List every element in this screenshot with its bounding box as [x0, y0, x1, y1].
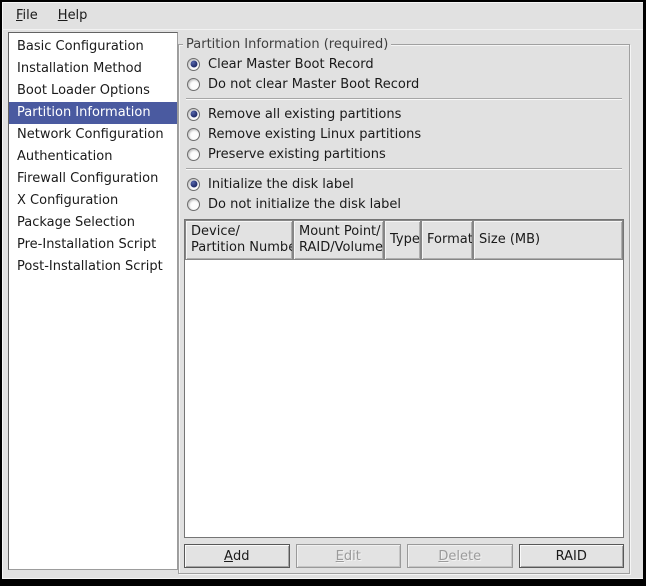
sidebar-item-installation-method[interactable]: Installation Method	[9, 58, 177, 80]
radio-button-icon	[187, 198, 200, 211]
sidebar-item-pre-installation-script[interactable]: Pre-Installation Script	[9, 234, 177, 256]
radio-do-not-clear-mbr-label: Do not clear Master Boot Record	[208, 77, 419, 92]
raid-button[interactable]: RAID	[519, 544, 625, 568]
column-header-device[interactable]: Device/ Partition Number	[185, 220, 293, 260]
table-actions: Add Edit Delete RAID	[184, 544, 624, 568]
partition-information-panel: Partition Information (required) Clear M…	[178, 44, 630, 574]
radio-initialize-disk-label[interactable]: Initialize the disk label	[184, 174, 624, 194]
radio-button-icon	[187, 108, 200, 121]
radio-button-icon	[187, 148, 200, 161]
column-header-mount-point-line1: Mount Point/	[299, 224, 378, 240]
radio-remove-linux-partitions-label: Remove existing Linux partitions	[208, 127, 421, 142]
raid-button-label: RAID	[556, 549, 587, 564]
separator	[186, 98, 622, 100]
radio-preserve-partitions[interactable]: Preserve existing partitions	[184, 144, 624, 164]
sidebar-item-post-installation-script[interactable]: Post-Installation Script	[9, 256, 177, 278]
application-window: File Help Basic Configuration Installati…	[0, 0, 646, 586]
radio-clear-mbr[interactable]: Clear Master Boot Record	[184, 54, 624, 74]
column-header-type-label: Type	[390, 232, 415, 248]
column-header-type[interactable]: Type	[384, 220, 421, 260]
radio-button-icon	[187, 78, 200, 91]
radio-clear-mbr-label: Clear Master Boot Record	[208, 57, 374, 72]
delete-button-mnemonic: D	[438, 549, 448, 564]
menu-file-label: ile	[23, 8, 38, 23]
sidebar-item-boot-loader-options[interactable]: Boot Loader Options	[9, 80, 177, 102]
column-header-size-label: Size (MB)	[479, 232, 617, 248]
add-button[interactable]: Add	[184, 544, 290, 568]
panel-legend: Partition Information (required)	[183, 36, 391, 53]
partition-table-body[interactable]	[185, 260, 623, 537]
sidebar-item-firewall-configuration[interactable]: Firewall Configuration	[9, 168, 177, 190]
add-button-mnemonic: A	[224, 549, 233, 564]
menu-file[interactable]: File	[6, 5, 48, 26]
column-header-mount-point[interactable]: Mount Point/ RAID/Volume	[293, 220, 384, 260]
radio-remove-linux-partitions[interactable]: Remove existing Linux partitions	[184, 124, 624, 144]
radio-initialize-disk-label-label: Initialize the disk label	[208, 177, 354, 192]
radio-do-not-initialize-disk-label[interactable]: Do not initialize the disk label	[184, 194, 624, 214]
radio-preserve-partitions-label: Preserve existing partitions	[208, 147, 386, 162]
edit-button-mnemonic: E	[336, 549, 344, 564]
partition-table: Device/ Partition Number Mount Point/ RA…	[184, 219, 624, 538]
radio-button-icon	[187, 178, 200, 191]
column-header-format-label: Format	[427, 232, 467, 248]
menu-help-mnemonic: H	[58, 8, 68, 23]
sidebar-item-partition-information[interactable]: Partition Information	[9, 102, 177, 124]
radio-remove-all-partitions-label: Remove all existing partitions	[208, 107, 401, 122]
column-header-mount-point-line2: RAID/Volume	[299, 240, 378, 256]
add-button-label: dd	[233, 549, 250, 564]
partition-table-header: Device/ Partition Number Mount Point/ RA…	[185, 220, 623, 260]
sidebar-item-package-selection[interactable]: Package Selection	[9, 212, 177, 234]
radio-do-not-clear-mbr[interactable]: Do not clear Master Boot Record	[184, 74, 624, 94]
edit-button[interactable]: Edit	[296, 544, 402, 568]
column-header-format[interactable]: Format	[421, 220, 473, 260]
radio-do-not-initialize-disk-label-label: Do not initialize the disk label	[208, 197, 401, 212]
category-list: Basic Configuration Installation Method …	[8, 32, 178, 570]
delete-button[interactable]: Delete	[407, 544, 513, 568]
edit-button-label: dit	[344, 549, 361, 564]
sidebar-item-basic-configuration[interactable]: Basic Configuration	[9, 36, 177, 58]
menu-help[interactable]: Help	[48, 5, 98, 26]
column-header-device-line2: Partition Number	[191, 240, 287, 256]
separator	[186, 168, 622, 170]
menu-help-label: elp	[68, 8, 88, 23]
column-header-size[interactable]: Size (MB)	[473, 220, 623, 260]
sidebar-item-authentication[interactable]: Authentication	[9, 146, 177, 168]
sidebar-item-network-configuration[interactable]: Network Configuration	[9, 124, 177, 146]
radio-button-icon	[187, 128, 200, 141]
window-content: File Help Basic Configuration Installati…	[2, 2, 643, 579]
menubar: File Help	[2, 2, 643, 30]
delete-button-label: elete	[448, 549, 481, 564]
radio-remove-all-partitions[interactable]: Remove all existing partitions	[184, 104, 624, 124]
sidebar-item-x-configuration[interactable]: X Configuration	[9, 190, 177, 212]
column-header-device-line1: Device/	[191, 224, 287, 240]
radio-button-icon	[187, 58, 200, 71]
